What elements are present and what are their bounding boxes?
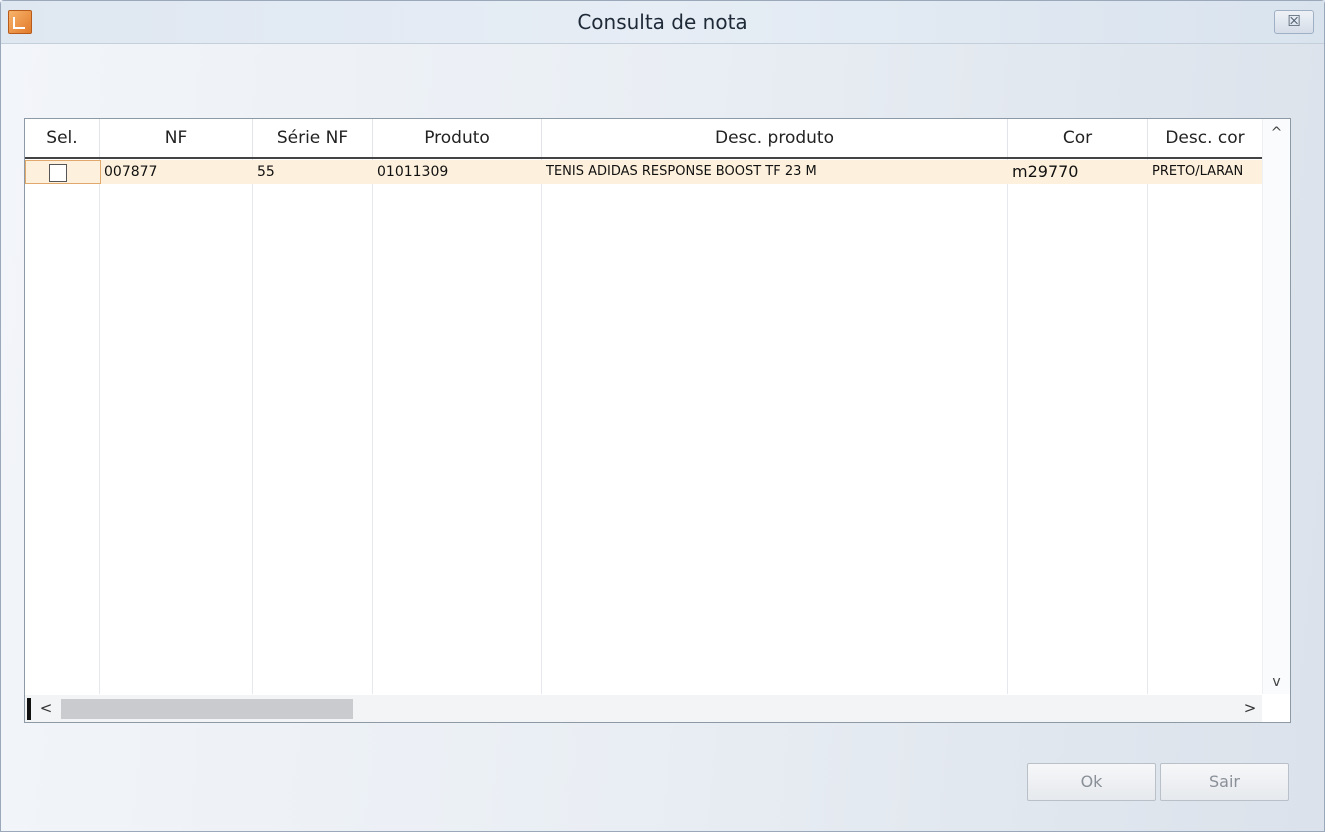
cell-serie-nf: 55 [257, 164, 275, 180]
close-button[interactable]: ☒ [1274, 10, 1314, 34]
horizontal-scroll-thumb[interactable] [61, 699, 353, 719]
cell-cor: m29770 [1012, 162, 1079, 181]
column-header-desc-produto[interactable]: Desc. produto [542, 119, 1008, 157]
sair-button[interactable]: Sair [1160, 763, 1289, 801]
scroll-up-icon[interactable]: ^ [1263, 123, 1290, 143]
horizontal-scrollbar[interactable]: < > [25, 695, 1262, 722]
row-checkbox[interactable] [49, 164, 67, 182]
column-divider [541, 159, 542, 694]
notes-grid: Sel. NF Série NF Produto Desc. produto C… [24, 118, 1291, 723]
column-divider [1007, 159, 1008, 694]
cell-nf: 007877 [104, 164, 158, 180]
table-row[interactable]: 007877 55 01011309 TENIS ADIDAS RESPONSE… [25, 160, 1262, 184]
close-icon[interactable]: ☒ [1287, 12, 1300, 30]
dialog-window: Consulta de nota ☒ Sel. NF Série NF Prod… [0, 0, 1325, 832]
title-bar: Consulta de nota ☒ [1, 1, 1324, 44]
column-header-cor[interactable]: Cor [1008, 119, 1148, 157]
focus-marker [27, 698, 31, 720]
column-header-desc-cor[interactable]: Desc. cor [1148, 119, 1262, 157]
scroll-down-icon[interactable]: v [1263, 672, 1290, 692]
cell-produto: 01011309 [377, 164, 449, 180]
select-cell[interactable] [25, 160, 101, 184]
scroll-left-icon[interactable]: < [34, 695, 58, 722]
column-divider [372, 159, 373, 694]
cell-desc-cor: PRETO/LARAN [1152, 164, 1244, 179]
column-divider [99, 159, 100, 694]
scroll-right-icon[interactable]: > [1238, 695, 1262, 722]
column-header-produto[interactable]: Produto [373, 119, 542, 157]
vertical-scrollbar[interactable]: ^ v [1262, 119, 1290, 694]
column-header-serie-nf[interactable]: Série NF [253, 119, 373, 157]
column-divider [1147, 159, 1148, 694]
column-header-sel[interactable]: Sel. [25, 119, 100, 157]
grid-header: Sel. NF Série NF Produto Desc. produto C… [25, 119, 1262, 159]
cell-desc-produto: TENIS ADIDAS RESPONSE BOOST TF 23 M [546, 164, 817, 179]
ok-button[interactable]: Ok [1027, 763, 1156, 801]
window-title: Consulta de nota [577, 10, 748, 34]
column-header-nf[interactable]: NF [100, 119, 253, 157]
column-divider [252, 159, 253, 694]
